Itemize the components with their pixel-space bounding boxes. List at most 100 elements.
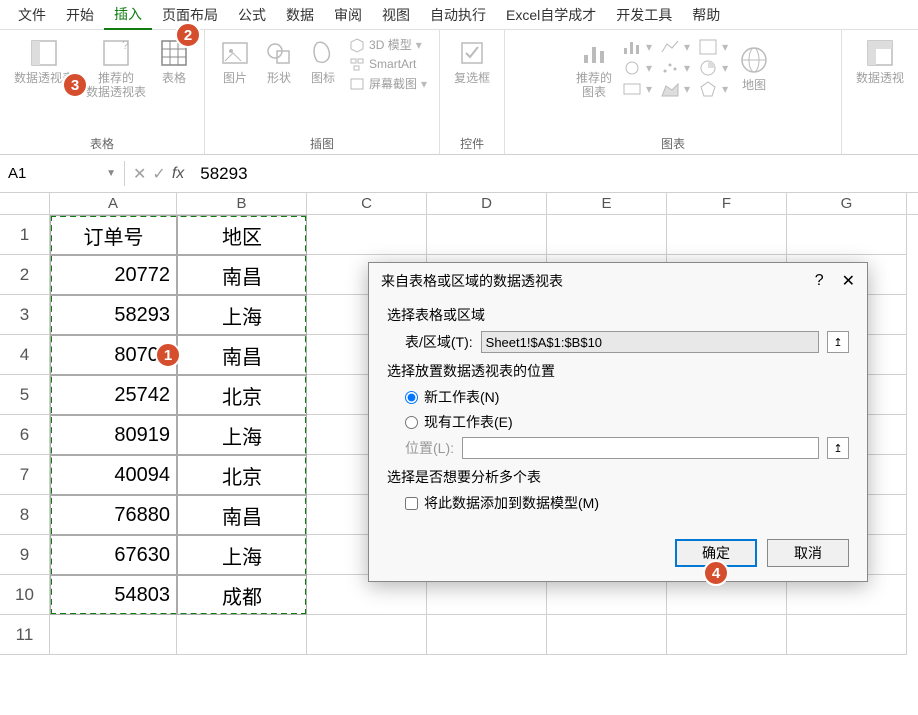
cell-G11[interactable] <box>787 615 907 655</box>
cell-A10[interactable]: 54803 <box>50 575 177 615</box>
menu-item-6[interactable]: 审阅 <box>324 1 372 29</box>
cell-E11[interactable] <box>547 615 667 655</box>
cell-A1[interactable]: 订单号 <box>50 215 177 255</box>
radio-new-sheet[interactable] <box>405 391 418 404</box>
help-icon[interactable]: ? <box>815 272 824 290</box>
col-header-G[interactable]: G <box>787 193 907 214</box>
cell-D11[interactable] <box>427 615 547 655</box>
menu-item-8[interactable]: 自动执行 <box>420 1 496 29</box>
menu-item-11[interactable]: 帮助 <box>682 1 730 29</box>
row-header-4[interactable]: 4 <box>0 335 50 375</box>
cell-B11[interactable] <box>177 615 307 655</box>
row-header-9[interactable]: 9 <box>0 535 50 575</box>
iconset-button[interactable]: 图标 <box>303 35 343 87</box>
chart-combo-btn[interactable]: ▾ <box>620 58 654 78</box>
chart-pie-btn[interactable]: ▾ <box>696 58 730 78</box>
range-input[interactable] <box>481 331 819 353</box>
row-header-10[interactable]: 10 <box>0 575 50 615</box>
chart-bar-btn[interactable]: ▾ <box>620 37 654 57</box>
cancel-button[interactable]: 取消 <box>767 539 849 567</box>
cell-D1[interactable] <box>427 215 547 255</box>
row-header-11[interactable]: 11 <box>0 615 50 655</box>
menu-item-9[interactable]: Excel自学成才 <box>496 1 606 29</box>
cell-A5[interactable]: 25742 <box>50 375 177 415</box>
cell-F11[interactable] <box>667 615 787 655</box>
menu-item-2[interactable]: 插入 <box>104 0 152 30</box>
row-header-5[interactable]: 5 <box>0 375 50 415</box>
chart-scatter-btn[interactable]: ▾ <box>658 58 692 78</box>
cell-A2[interactable]: 20772 <box>50 255 177 295</box>
row-header-2[interactable]: 2 <box>0 255 50 295</box>
row-header-6[interactable]: 6 <box>0 415 50 455</box>
radio-exist-sheet[interactable] <box>405 416 418 429</box>
chart-line-btn[interactable]: ▾ <box>658 37 692 57</box>
check-data-model[interactable] <box>405 497 418 510</box>
cell-B5[interactable]: 北京 <box>177 375 307 415</box>
cell-B7[interactable]: 北京 <box>177 455 307 495</box>
fx-icon[interactable]: fx <box>172 165 184 183</box>
row-header-3[interactable]: 3 <box>0 295 50 335</box>
cell-F1[interactable] <box>667 215 787 255</box>
pic-button[interactable]: 图片 <box>215 35 255 87</box>
cell-A8[interactable]: 76880 <box>50 495 177 535</box>
menu-item-5[interactable]: 数据 <box>276 1 324 29</box>
col-header-F[interactable]: F <box>667 193 787 214</box>
chart-radar-btn[interactable]: ▾ <box>696 79 730 99</box>
threeD-button[interactable]: 3D 模型▾ <box>347 35 429 54</box>
menu-item-0[interactable]: 文件 <box>8 1 56 29</box>
cell-C1[interactable] <box>307 215 427 255</box>
cell-A3[interactable]: 58293 <box>50 295 177 335</box>
accept-fx-icon[interactable]: ✓ <box>152 164 165 184</box>
col-header-E[interactable]: E <box>547 193 667 214</box>
shape-button[interactable]: 形状 <box>259 35 299 87</box>
pivot-button[interactable]: 数据透视 <box>852 35 908 87</box>
collapse-range-button[interactable]: ↥ <box>827 331 849 353</box>
menu-item-1[interactable]: 开始 <box>56 1 104 29</box>
ribbon: 数据透视表 ? 推荐的 数据透视表 表格 表格 图片 形状 <box>0 30 918 155</box>
row-header-8[interactable]: 8 <box>0 495 50 535</box>
cell-B2[interactable]: 南昌 <box>177 255 307 295</box>
rec-pivot-button[interactable]: ? 推荐的 数据透视表 <box>82 35 150 102</box>
col-header-D[interactable]: D <box>427 193 547 214</box>
menu-item-7[interactable]: 视图 <box>372 1 420 29</box>
step-badge-4: 4 <box>703 560 729 586</box>
cell-A6[interactable]: 80919 <box>50 415 177 455</box>
cell-B3[interactable]: 上海 <box>177 295 307 335</box>
cell-B8[interactable]: 南昌 <box>177 495 307 535</box>
cell-B9[interactable]: 上海 <box>177 535 307 575</box>
formula-input[interactable] <box>192 160 918 188</box>
name-box[interactable]: A1 ▼ <box>0 161 125 186</box>
map-button[interactable]: 地图 <box>734 42 774 94</box>
cell-G1[interactable] <box>787 215 907 255</box>
row-header-1[interactable]: 1 <box>0 215 50 255</box>
cell-B4[interactable]: 南昌 <box>177 335 307 375</box>
checkbox-button[interactable]: 复选框 <box>450 35 494 87</box>
section-multi-heading: 选择是否想要分析多个表 <box>387 467 849 487</box>
col-header-B[interactable]: B <box>177 193 307 214</box>
menu-item-4[interactable]: 公式 <box>228 1 276 29</box>
close-icon[interactable]: ✕ <box>842 271 855 291</box>
cell-A11[interactable] <box>50 615 177 655</box>
row-header-7[interactable]: 7 <box>0 455 50 495</box>
col-header-A[interactable]: A <box>50 193 177 214</box>
cancel-fx-icon[interactable]: ✕ <box>133 164 146 184</box>
rec-chart-button[interactable]: 推荐的 图表 <box>572 35 616 102</box>
smartart-button[interactable]: SmartArt <box>347 55 429 73</box>
cell-B10[interactable]: 成都 <box>177 575 307 615</box>
iconset-icon <box>307 37 339 69</box>
screenshot-button[interactable]: 屏幕截图▾ <box>347 74 429 93</box>
cell-B6[interactable]: 上海 <box>177 415 307 455</box>
cell-E1[interactable] <box>547 215 667 255</box>
menu-item-10[interactable]: 开发工具 <box>606 1 682 29</box>
cell-A7[interactable]: 40094 <box>50 455 177 495</box>
chart-map-btn[interactable]: ▾ <box>696 37 730 57</box>
location-input[interactable] <box>462 437 819 459</box>
cell-B1[interactable]: 地区 <box>177 215 307 255</box>
select-all-corner[interactable] <box>0 193 50 214</box>
cell-A9[interactable]: 67630 <box>50 535 177 575</box>
cell-C11[interactable] <box>307 615 427 655</box>
collapse-loc-button[interactable]: ↥ <box>827 437 849 459</box>
chart-area-btn[interactable]: ▾ <box>658 79 692 99</box>
col-header-C[interactable]: C <box>307 193 427 214</box>
chart-stat-btn[interactable]: ▾ <box>620 79 654 99</box>
